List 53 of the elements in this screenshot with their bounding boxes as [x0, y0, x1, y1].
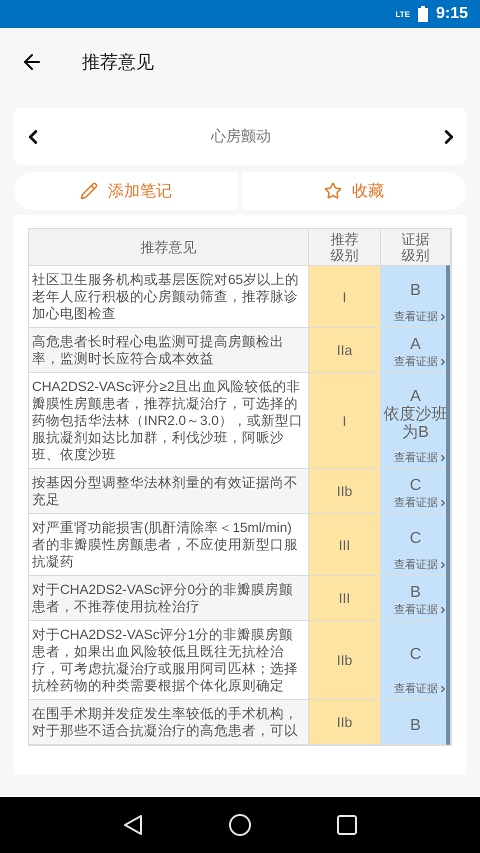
add-note-button[interactable]: 添加笔记	[14, 172, 238, 210]
grade-cell: I	[309, 373, 381, 469]
table-cell: 社区卫生服务机构或基层医院对65岁以上的老年人应行积极的心房颤动筛查，推荐脉诊加心电图检查	[29, 266, 309, 328]
network-type: LTE	[395, 10, 410, 18]
column-header: 证据级别	[381, 229, 451, 266]
topic-title: 心房颤动	[211, 127, 271, 146]
table-cell: 对严重肾功能损害(肌酐清除率＜15ml/min)者的非瓣膜性房颤患者，不应使用新型口服抗凝药	[29, 514, 309, 576]
grade-cell: I	[309, 266, 381, 328]
evidence-cell: B	[381, 700, 451, 745]
chevron-icon	[438, 452, 448, 462]
grade-cell: IIb	[309, 621, 381, 700]
column-header: 推荐级别	[309, 229, 381, 266]
view-evidence-link[interactable]: 查看证据	[394, 309, 450, 327]
star-icon	[324, 182, 342, 200]
back-icon[interactable]	[122, 814, 143, 836]
evidence-cell: C 查看证据	[381, 621, 451, 700]
clock: 9:15	[436, 5, 468, 23]
view-evidence-link[interactable]: 查看证据	[394, 557, 450, 575]
evidence-cell: A 查看证据	[381, 328, 451, 373]
grade-cell: III	[309, 514, 381, 576]
chevron-icon	[438, 560, 448, 570]
chevron-icon	[438, 312, 448, 322]
favorite-button[interactable]: 收藏	[242, 172, 466, 210]
grade-cell: IIb	[309, 469, 381, 514]
view-evidence-link[interactable]: 查看证据	[394, 602, 450, 620]
chevron-icon	[438, 356, 448, 366]
view-evidence-link[interactable]: 查看证据	[394, 450, 450, 468]
home-icon[interactable]	[228, 813, 252, 837]
evidence-cell: A 依度沙班为B 查看证据	[381, 373, 451, 469]
view-evidence-link[interactable]: 查看证据	[394, 681, 450, 699]
table-cell: 在围手术期并发症发生率较低的手术机构，对于那些不适合抗凝治疗的高危患者，可以	[29, 700, 309, 745]
page-title: 推荐意见	[82, 50, 154, 74]
chevron-icon	[438, 604, 448, 614]
pencil-icon	[80, 182, 98, 200]
table-cell: CHA2DS2-VASc评分≥2且出血风险较低的非瓣膜性房颤患者，推荐抗凝治疗，可选择的药物包括华法林（INR2.0～3.0），或新型口服抗凝剂如达比加群，利伐沙班，阿哌沙班、依度沙班	[29, 373, 309, 469]
chevron-icon	[438, 498, 448, 508]
column-header: 推荐意见	[29, 229, 309, 266]
table-cell: 对于CHA2DS2-VASc评分1分的非瓣膜房颤患者，如果出血风险较低且既往无抗栓治疗，可考虑抗凝治疗或服用阿司匹林；选择抗栓药物的种类需要根据个体化原则确定	[29, 621, 309, 700]
grade-cell: IIb	[309, 700, 381, 745]
grade-cell: IIa	[309, 328, 381, 373]
evidence-cell: B 查看证据	[381, 576, 451, 621]
evidence-cell: C 查看证据	[381, 469, 451, 514]
recents-icon[interactable]	[337, 815, 358, 835]
table-cell: 对于CHA2DS2-VASc评分0分的非瓣膜房颤患者，不推荐使用抗栓治疗	[29, 576, 309, 621]
table-cell: 按基因分型调整华法林剂量的有效证据尚不充足	[29, 469, 309, 514]
view-evidence-link[interactable]: 查看证据	[394, 495, 450, 513]
grade-cell: III	[309, 576, 381, 621]
evidence-cell: B 查看证据	[381, 266, 451, 328]
table-cell: 高危患者长时程心电监测可提高房颤检出率，监测时长应符合成本效益	[29, 328, 309, 373]
chevron-icon	[438, 684, 448, 694]
evidence-cell: C 查看证据	[381, 514, 451, 576]
battery-icon	[418, 6, 428, 22]
view-evidence-link[interactable]: 查看证据	[394, 354, 450, 372]
